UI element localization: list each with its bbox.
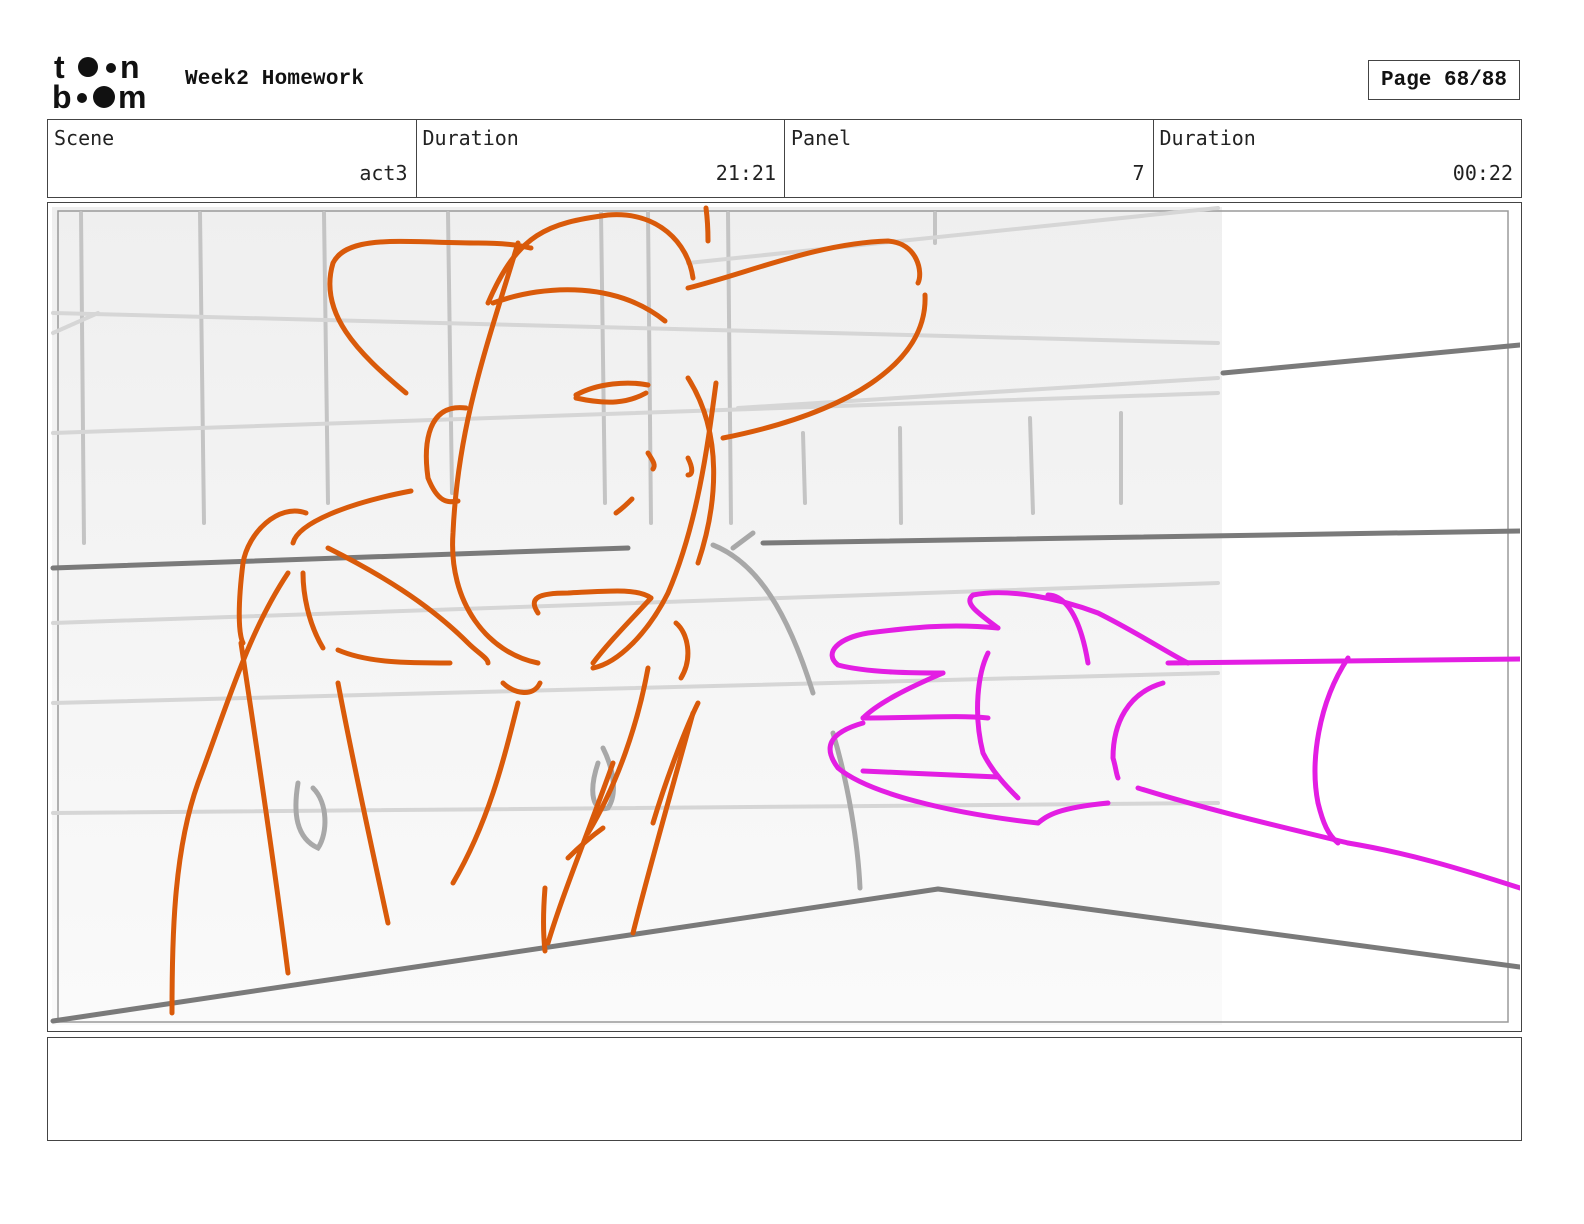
scene-duration-cell: Duration 21:21 bbox=[417, 120, 785, 197]
document-title: Week2 Homework bbox=[185, 68, 365, 91]
panel-label: Panel bbox=[791, 126, 852, 150]
scene-duration-value: 21:21 bbox=[715, 161, 776, 185]
toonboom-logo: t n b m bbox=[52, 49, 164, 115]
page-indicator: Page 68/88 bbox=[1368, 60, 1520, 100]
panel-notes-box bbox=[47, 1037, 1522, 1141]
svg-text:m: m bbox=[118, 79, 146, 112]
svg-text:b: b bbox=[52, 79, 72, 112]
panel-duration-label: Duration bbox=[1159, 126, 1256, 150]
panel-value: 7 bbox=[1132, 161, 1145, 185]
panel-sketch bbox=[50, 205, 1520, 1025]
scene-duration-label: Duration bbox=[422, 126, 519, 150]
logo-mark: t n b m bbox=[52, 49, 146, 115]
storyboard-panel bbox=[47, 202, 1522, 1032]
scene-info-row: Scene act3 Duration 21:21 Panel 7 Durati… bbox=[47, 119, 1522, 198]
panel-duration-cell: Duration 00:22 bbox=[1154, 120, 1522, 197]
scene-value: act3 bbox=[359, 161, 408, 185]
panel-duration-value: 00:22 bbox=[1452, 161, 1513, 185]
scene-cell: Scene act3 bbox=[48, 120, 417, 197]
panel-cell: Panel 7 bbox=[785, 120, 1154, 197]
scene-label: Scene bbox=[54, 126, 115, 150]
